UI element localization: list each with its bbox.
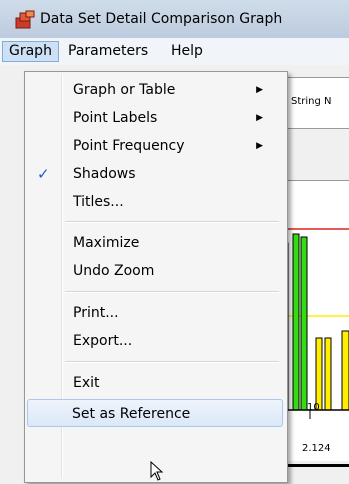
menu-item-set-as-reference[interactable]: Set as Reference bbox=[27, 399, 283, 427]
chart-bars bbox=[280, 228, 349, 419]
mouse-pointer-icon bbox=[150, 461, 164, 481]
title-bar[interactable]: Data Set Detail Comparison Graph bbox=[0, 0, 349, 39]
x-tick-label: 10 bbox=[307, 402, 320, 413]
bar-yellow-2 bbox=[324, 337, 332, 411]
menu-item-undo-zoom[interactable]: Undo Zoom bbox=[27, 257, 283, 285]
bar-green-3 bbox=[300, 236, 308, 411]
cell-value: 2.124 bbox=[302, 443, 331, 454]
graph-dropdown-menu: Graph or Table ▶ Point Labels ▶ Point Fr… bbox=[24, 71, 288, 483]
menu-item-label: Undo Zoom bbox=[73, 263, 155, 279]
menu-help[interactable]: Help bbox=[165, 41, 209, 62]
menu-item-exit[interactable]: Exit bbox=[27, 369, 283, 397]
menu-item-label: Point Frequency bbox=[73, 138, 185, 154]
menu-item-graph-or-table[interactable]: Graph or Table ▶ bbox=[27, 76, 283, 104]
menu-item-label: Maximize bbox=[73, 235, 140, 251]
menu-item-shadows[interactable]: ✓ Shadows bbox=[27, 160, 283, 188]
menu-separator bbox=[65, 291, 279, 293]
menu-separator bbox=[65, 221, 279, 223]
header-panel: String N bbox=[280, 77, 349, 129]
menu-item-label: Set as Reference bbox=[72, 406, 191, 422]
menu-item-titles[interactable]: Titles... bbox=[27, 188, 283, 216]
menu-item-label: Shadows bbox=[73, 166, 136, 182]
menu-separator bbox=[65, 361, 279, 363]
menu-item-point-frequency[interactable]: Point Frequency ▶ bbox=[27, 132, 283, 160]
menu-item-label: Graph or Table bbox=[73, 82, 176, 98]
menu-item-print[interactable]: Print... bbox=[27, 299, 283, 327]
menu-item-label: Print... bbox=[73, 305, 119, 321]
submenu-arrow-icon: ▶ bbox=[256, 85, 263, 95]
graph-chart[interactable]: 10 2.124 bbox=[280, 180, 349, 467]
menu-item-label: Export... bbox=[73, 333, 133, 349]
menu-item-label: Point Labels bbox=[73, 110, 158, 126]
window-title: Data Set Detail Comparison Graph bbox=[40, 11, 283, 27]
submenu-arrow-icon: ▶ bbox=[256, 113, 263, 123]
menu-item-export[interactable]: Export... bbox=[27, 327, 283, 355]
menu-item-label: Exit bbox=[73, 375, 100, 391]
column-header: String N bbox=[291, 96, 332, 107]
menu-bar: Graph Parameters Help bbox=[0, 38, 349, 65]
submenu-arrow-icon: ▶ bbox=[256, 141, 263, 151]
checkmark-icon: ✓ bbox=[37, 165, 50, 183]
menu-graph[interactable]: Graph bbox=[2, 41, 59, 62]
menu-item-point-labels[interactable]: Point Labels ▶ bbox=[27, 104, 283, 132]
menu-item-label: Titles... bbox=[73, 194, 124, 210]
bar-yellow-3 bbox=[341, 330, 349, 411]
menu-parameters[interactable]: Parameters bbox=[62, 41, 154, 62]
bottom-rule bbox=[280, 464, 349, 467]
bar-green-2 bbox=[292, 233, 300, 411]
app-icon bbox=[15, 10, 35, 29]
bar-yellow-1 bbox=[315, 337, 323, 411]
menu-item-maximize[interactable]: Maximize bbox=[27, 229, 283, 257]
